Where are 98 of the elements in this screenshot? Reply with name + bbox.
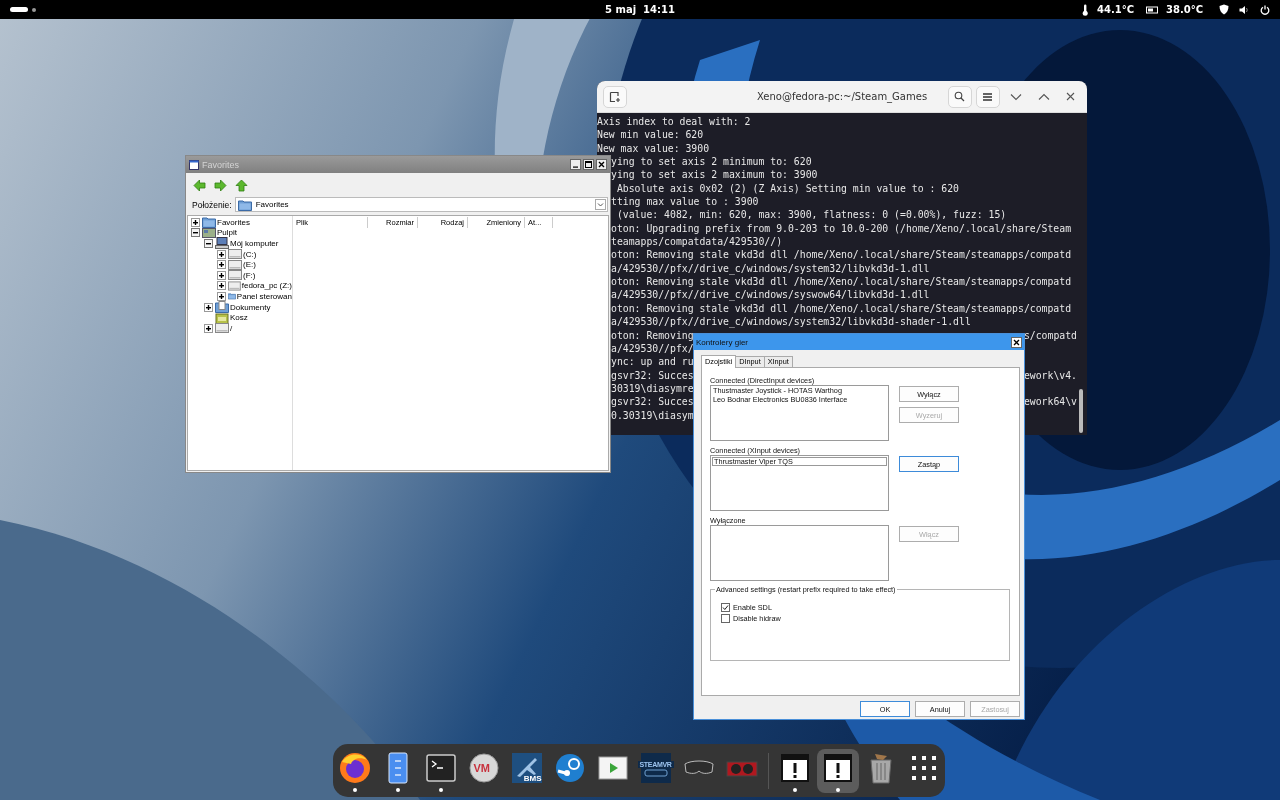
terminal-line: 30319\diasymre	[611, 381, 694, 396]
terminal-line: oton: Removing	[611, 328, 694, 342]
terminal-line: ework64\v	[1023, 395, 1077, 409]
terminal-line: tting max value to : 3900	[611, 196, 759, 208]
tree-item[interactable]: Dokumenty	[230, 302, 271, 312]
clock[interactable]: 5 maj 14:11	[605, 4, 675, 15]
tree-item[interactable]: /	[230, 323, 233, 333]
up-arrow-icon[interactable]	[235, 179, 248, 192]
folder-icon	[237, 198, 252, 211]
dock-item[interactable]	[816, 748, 859, 793]
tree-item[interactable]: Panel sterowan	[236, 291, 292, 301]
terminal-line: a/429530//pfx//drive_c/windows/system32/libvkd3d-shader-1.dll	[611, 316, 971, 328]
new-tab-icon	[609, 90, 621, 103]
expand-icon[interactable]	[204, 302, 213, 312]
terminal-line: (value: 4082, min: 620, max: 3900, flatness: 0 (=0.00%), fuzz: 15)	[615, 209, 1007, 221]
minimize-icon[interactable]	[570, 159, 581, 170]
scrollbar[interactable]	[1079, 389, 1083, 433]
chevron-up-icon[interactable]	[1038, 92, 1050, 101]
tree-item[interactable]: Kosz	[230, 313, 248, 323]
drive-icon	[228, 248, 242, 261]
documents-folder-icon	[215, 301, 229, 314]
terminal-line: 0.30319\diasym	[611, 408, 694, 422]
search-button[interactable]	[948, 85, 972, 108]
terminal-line: New max value: 3900	[597, 142, 710, 154]
tree-item[interactable]: (F:)	[243, 270, 256, 280]
trash-icon	[215, 311, 229, 324]
close-icon[interactable]	[1011, 336, 1022, 348]
chevron-down-icon[interactable]	[1010, 92, 1022, 101]
terminal-line: ync: up and ru	[611, 355, 694, 369]
terminal-line: teamapps/compatdata/429530//)	[611, 236, 783, 248]
tree-item[interactable]: (C:)	[243, 249, 257, 259]
dock-item[interactable]: BMS	[505, 748, 548, 793]
close-icon[interactable]	[596, 159, 607, 170]
speaker-icon[interactable]	[1239, 4, 1250, 15]
expand-icon[interactable]	[217, 270, 226, 280]
tree-item[interactable]: Mój komputer	[230, 239, 279, 248]
expand-icon[interactable]	[204, 323, 213, 333]
expand-icon[interactable]	[217, 249, 226, 259]
terminal-line: ying to set axis 2 minimum to: 620	[611, 156, 812, 168]
menu-icon	[982, 91, 994, 102]
expand-icon[interactable]	[191, 217, 200, 227]
terminal-line: Axis index to deal with: 2	[597, 116, 751, 127]
terminal-line: New min value: 620	[597, 129, 704, 141]
device-list[interactable]	[710, 525, 889, 581]
terminal-line: ying to set axis 2 maximum to: 3900	[611, 169, 818, 181]
terminal-line: Absolute axis 0x02 (2) (Z Axis) Setting min value to : 620	[615, 182, 959, 194]
location-label: Położenie:	[192, 199, 232, 210]
terminal-line: ework\v4.	[1023, 368, 1077, 382]
expand-icon[interactable]	[217, 260, 226, 270]
terminal-line: oton: Removing stale vkd3d dll /home/Xeno/.local/share/Steam/steamapps/compatd	[611, 276, 1072, 288]
temperature-reading: 38.0°C	[1166, 4, 1203, 15]
temperature-reading: 44.1°C	[1096, 4, 1134, 15]
collapse-icon[interactable]	[204, 239, 213, 248]
terminal-line: a/429530//pfx//drive_c/windows/syswow64/libvkd3d-1.dll	[611, 289, 930, 301]
tree-item[interactable]: Pulpit	[217, 228, 237, 238]
terminal-line: oton: Removing stale vkd3d dll /home/Xeno/.local/share/Steam/steamapps/compatd	[611, 249, 1072, 261]
checkbox[interactable]	[721, 614, 730, 623]
expand-icon[interactable]	[217, 291, 226, 301]
terminal-line: oton: Removing stale vkd3d dll /home/Xeno/.local/share/Steam/steamapps/compatd	[611, 302, 1072, 314]
tree-item[interactable]: (E:)	[243, 260, 256, 270]
drive-icon	[228, 258, 242, 271]
menu-button[interactable]	[976, 85, 1000, 108]
terminal-line: gsvr32: Succes	[611, 395, 694, 409]
window-icon	[189, 159, 199, 170]
forward-arrow-icon[interactable]	[214, 179, 227, 192]
search-icon	[954, 91, 966, 102]
power-icon[interactable]	[1260, 4, 1270, 15]
close-icon[interactable]	[1066, 92, 1075, 101]
terminal-line: a/429530//pfx//drive_c/windows/system32/libvkd3d-1.dll	[611, 262, 930, 274]
folder-icon	[228, 290, 236, 303]
workspace-indicator[interactable]	[10, 7, 28, 12]
new-tab-button[interactable]	[603, 85, 627, 108]
window-title: Kontrolery gier	[696, 337, 749, 347]
window-title: Favorites	[202, 159, 240, 170]
drive-icon	[228, 269, 242, 282]
shield-icon[interactable]	[1219, 4, 1229, 15]
terminal-line: gsvr32: Succes	[611, 368, 694, 382]
terminal-line: s/compatd	[1023, 328, 1077, 342]
expand-icon[interactable]	[217, 281, 226, 291]
back-arrow-icon[interactable]	[193, 179, 206, 192]
terminal-line: a/429530//pfx/	[611, 341, 694, 356]
drive-icon	[228, 279, 241, 292]
tree-item[interactable]: Favorites	[217, 217, 250, 227]
card-icon	[1146, 5, 1158, 14]
computer-icon	[215, 237, 229, 250]
drive-icon	[215, 322, 229, 335]
desktop-icon	[202, 226, 216, 239]
workspace-indicator[interactable]	[32, 7, 36, 12]
folder-icon	[202, 216, 216, 229]
dock-item[interactable]: VM	[462, 748, 505, 793]
location-combobox[interactable]: Favorites	[234, 197, 608, 212]
checkbox[interactable]	[721, 603, 730, 612]
terminal-line: oton: Upgrading prefix from 9.0-203 to 10.0-200 (/home/Xeno/.local/share/Steam	[611, 222, 1072, 234]
window-title: Xeno@fedora-pc:~/Steam_Games	[756, 91, 928, 102]
thermometer-icon	[1080, 3, 1089, 16]
maximize-icon[interactable]	[583, 159, 594, 170]
tree-item[interactable]: fedora_pc (Z:)	[241, 281, 292, 291]
collapse-icon[interactable]	[191, 228, 200, 238]
